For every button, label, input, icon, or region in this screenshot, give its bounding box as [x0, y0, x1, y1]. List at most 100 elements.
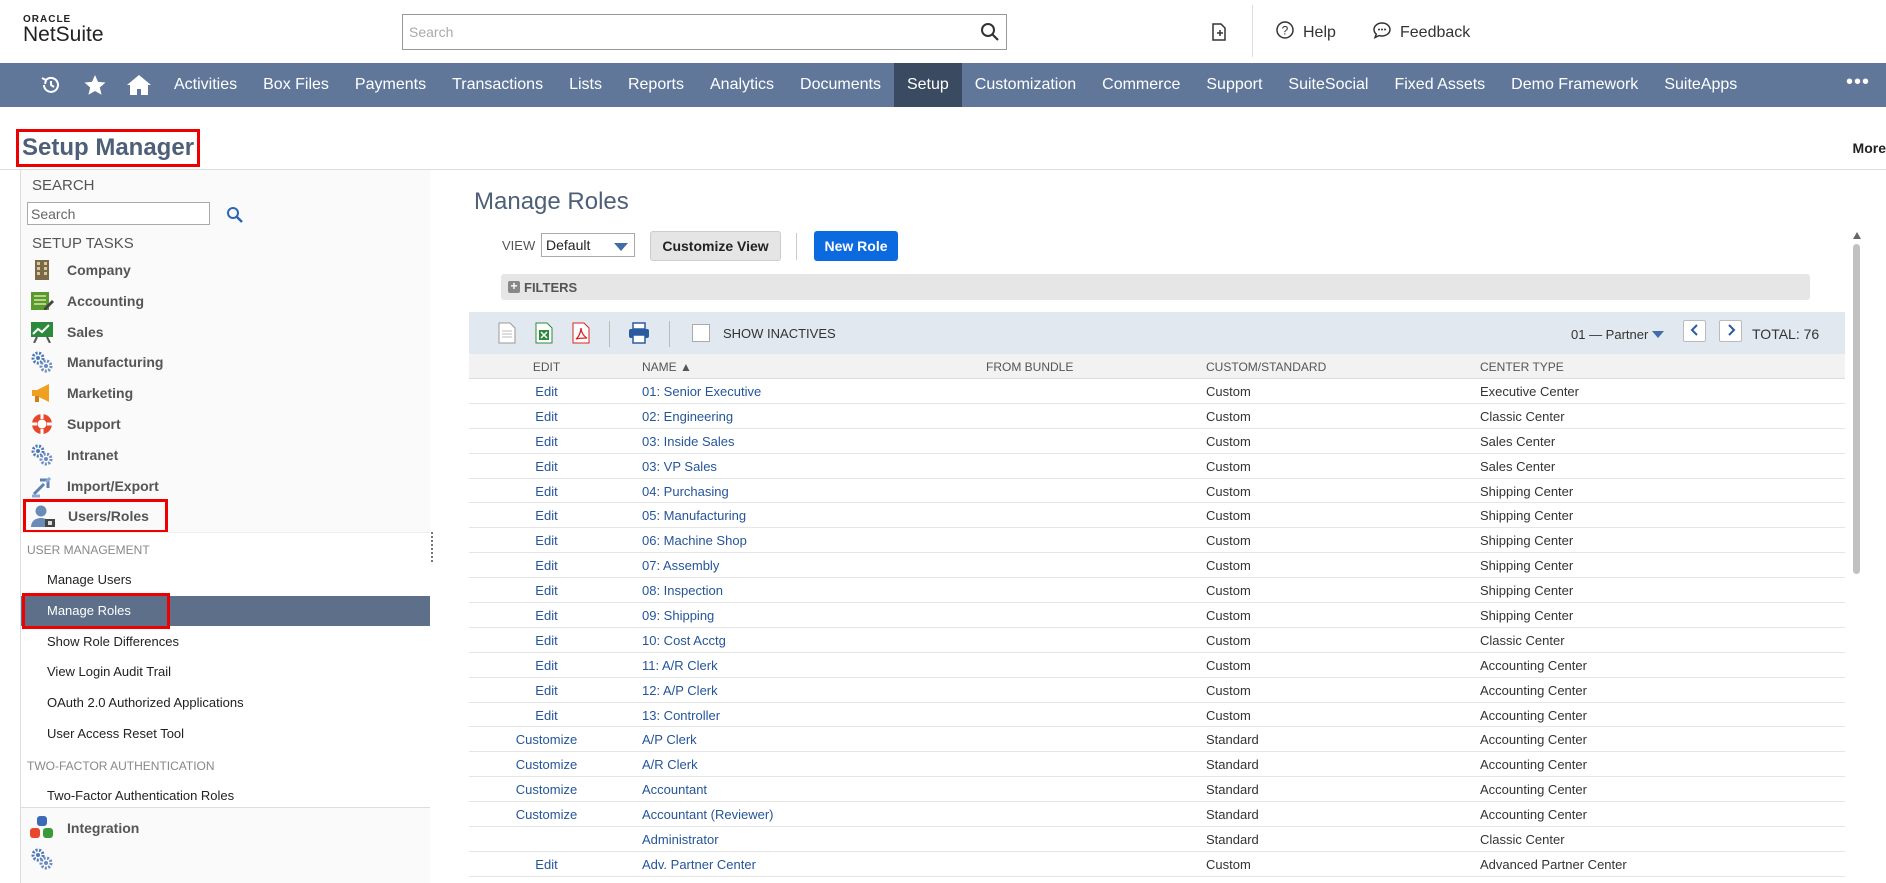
role-name-link[interactable]: 05: Manufacturing — [642, 508, 746, 523]
nav-customization[interactable]: Customization — [962, 63, 1089, 107]
nav-suiteapps[interactable]: SuiteApps — [1651, 63, 1750, 107]
prev-page-button[interactable] — [1683, 320, 1706, 342]
nav-commerce[interactable]: Commerce — [1089, 63, 1193, 107]
more-link[interactable]: More — [1853, 140, 1886, 156]
edit-link[interactable]: Edit — [469, 508, 624, 523]
task-support[interactable]: Support — [29, 411, 121, 437]
edit-link[interactable]: Customize — [469, 757, 624, 772]
edit-link[interactable]: Edit — [469, 857, 624, 872]
edit-link[interactable]: Edit — [469, 484, 624, 499]
recent-records-icon[interactable] — [29, 63, 73, 107]
sub-item-manage-users[interactable]: Manage Users — [21, 565, 430, 595]
role-name-link[interactable]: 11: A/R Clerk — [642, 658, 718, 673]
role-name-link[interactable]: A/R Clerk — [642, 757, 698, 772]
task-marketing[interactable]: Marketing — [29, 380, 133, 406]
netsuite-logo[interactable]: ORACLE NetSuite — [23, 14, 104, 47]
edit-link[interactable]: Customize — [469, 732, 624, 747]
nav-fixed-assets[interactable]: Fixed Assets — [1381, 63, 1498, 107]
task-import-export[interactable]: Import/Export — [29, 473, 159, 499]
customize-view-button[interactable]: Customize View — [650, 231, 781, 261]
role-name-link[interactable]: Adv. Partner Center — [642, 857, 756, 872]
sub-item-oauth-apps[interactable]: OAuth 2.0 Authorized Applications — [21, 688, 430, 718]
scroll-up-arrow[interactable] — [1853, 232, 1861, 239]
role-name-link[interactable]: 07: Assembly — [642, 558, 719, 573]
edit-link[interactable]: Customize — [469, 782, 624, 797]
nav-activities[interactable]: Activities — [161, 63, 250, 107]
nav-reports[interactable]: Reports — [615, 63, 697, 107]
role-name-link[interactable]: 12: A/P Clerk — [642, 683, 718, 698]
role-name-link[interactable]: 06: Machine Shop — [642, 533, 747, 548]
nav-setup[interactable]: Setup — [893, 63, 962, 107]
show-inactives-checkbox[interactable] — [692, 324, 710, 342]
new-role-button[interactable]: New Role — [814, 231, 898, 261]
global-search-input[interactable] — [403, 15, 963, 49]
page-selector[interactable]: 01 — Partner — [1571, 327, 1665, 342]
col-from-bundle[interactable]: FROM BUNDLE — [986, 360, 1073, 374]
edit-link[interactable]: Edit — [469, 533, 624, 548]
role-name-link[interactable]: 13: Controller — [642, 708, 720, 723]
sub-item-view-login-audit-trail[interactable]: View Login Audit Trail — [21, 657, 430, 687]
scrollbar[interactable] — [1852, 232, 1861, 883]
edit-link[interactable]: Edit — [469, 558, 624, 573]
sub-item-user-access-reset[interactable]: User Access Reset Tool — [21, 719, 430, 749]
role-name-link[interactable]: 09: Shipping — [642, 608, 714, 623]
edit-link[interactable]: Edit — [469, 409, 624, 424]
sub-item-manage-roles[interactable]: Manage Roles — [21, 593, 430, 629]
sub-item-two-factor-roles[interactable]: Two-Factor Authentication Roles — [21, 781, 430, 811]
edit-link[interactable]: Edit — [469, 658, 624, 673]
nav-documents[interactable]: Documents — [787, 63, 894, 107]
home-icon[interactable] — [117, 63, 161, 107]
task-sales[interactable]: Sales — [29, 319, 104, 345]
edit-link[interactable]: Edit — [469, 608, 624, 623]
role-name-link[interactable]: 03: Inside Sales — [642, 434, 735, 449]
task-manufacturing[interactable]: Manufacturing — [29, 349, 163, 375]
export-pdf-icon[interactable] — [572, 322, 590, 347]
role-name-link[interactable]: 01: Senior Executive — [642, 384, 761, 399]
next-page-button[interactable] — [1719, 320, 1742, 342]
nav-analytics[interactable]: Analytics — [697, 63, 787, 107]
export-csv-icon[interactable] — [498, 322, 516, 347]
edit-link[interactable]: Edit — [469, 583, 624, 598]
nav-more-menu[interactable]: ••• — [1846, 71, 1870, 94]
sidebar-search-icon[interactable] — [226, 206, 244, 227]
edit-link[interactable]: Edit — [469, 633, 624, 648]
task-accounting[interactable]: Accounting — [29, 288, 144, 314]
edit-link[interactable]: Edit — [469, 434, 624, 449]
col-custom-standard[interactable]: CUSTOM/STANDARD — [1206, 360, 1326, 374]
sidebar-search-input[interactable] — [28, 203, 209, 224]
edit-link[interactable]: Edit — [469, 683, 624, 698]
role-name-link[interactable]: A/P Clerk — [642, 732, 697, 747]
role-name-link[interactable]: Administrator — [642, 832, 719, 847]
search-icon[interactable] — [980, 22, 1000, 45]
edit-link[interactable]: Customize — [469, 807, 624, 822]
print-icon[interactable] — [628, 322, 650, 347]
create-new-icon[interactable] — [1209, 22, 1229, 45]
scroll-thumb[interactable] — [1853, 244, 1860, 574]
role-name-link[interactable]: 10: Cost Acctg — [642, 633, 726, 648]
nav-support[interactable]: Support — [1193, 63, 1275, 107]
role-name-link[interactable]: 03: VP Sales — [642, 459, 717, 474]
nav-transactions[interactable]: Transactions — [439, 63, 556, 107]
edit-link[interactable]: Edit — [469, 384, 624, 399]
edit-link[interactable]: Edit — [469, 459, 624, 474]
task-company[interactable]: Company — [29, 257, 131, 283]
nav-demo-framework[interactable]: Demo Framework — [1498, 63, 1651, 107]
col-name[interactable]: NAME ▲ — [642, 360, 692, 374]
role-name-link[interactable]: Accountant — [642, 782, 707, 797]
task-more-settings[interactable] — [29, 846, 55, 872]
role-name-link[interactable]: Accountant (Reviewer) — [642, 807, 774, 822]
nav-lists[interactable]: Lists — [556, 63, 615, 107]
nav-payments[interactable]: Payments — [342, 63, 439, 107]
export-excel-icon[interactable] — [535, 322, 553, 347]
favorites-star-icon[interactable] — [73, 63, 117, 107]
role-name-link[interactable]: 08: Inspection — [642, 583, 723, 598]
nav-box-files[interactable]: Box Files — [250, 63, 342, 107]
nav-suitesocial[interactable]: SuiteSocial — [1275, 63, 1381, 107]
task-intranet[interactable]: Intranet — [29, 442, 118, 468]
edit-link[interactable]: Edit — [469, 708, 624, 723]
task-users-roles[interactable]: Users/Roles — [23, 499, 168, 533]
role-name-link[interactable]: 02: Engineering — [642, 409, 733, 424]
help-link[interactable]: ? Help — [1275, 20, 1336, 45]
role-name-link[interactable]: 04: Purchasing — [642, 484, 729, 499]
sub-item-show-role-differences[interactable]: Show Role Differences — [21, 627, 430, 657]
